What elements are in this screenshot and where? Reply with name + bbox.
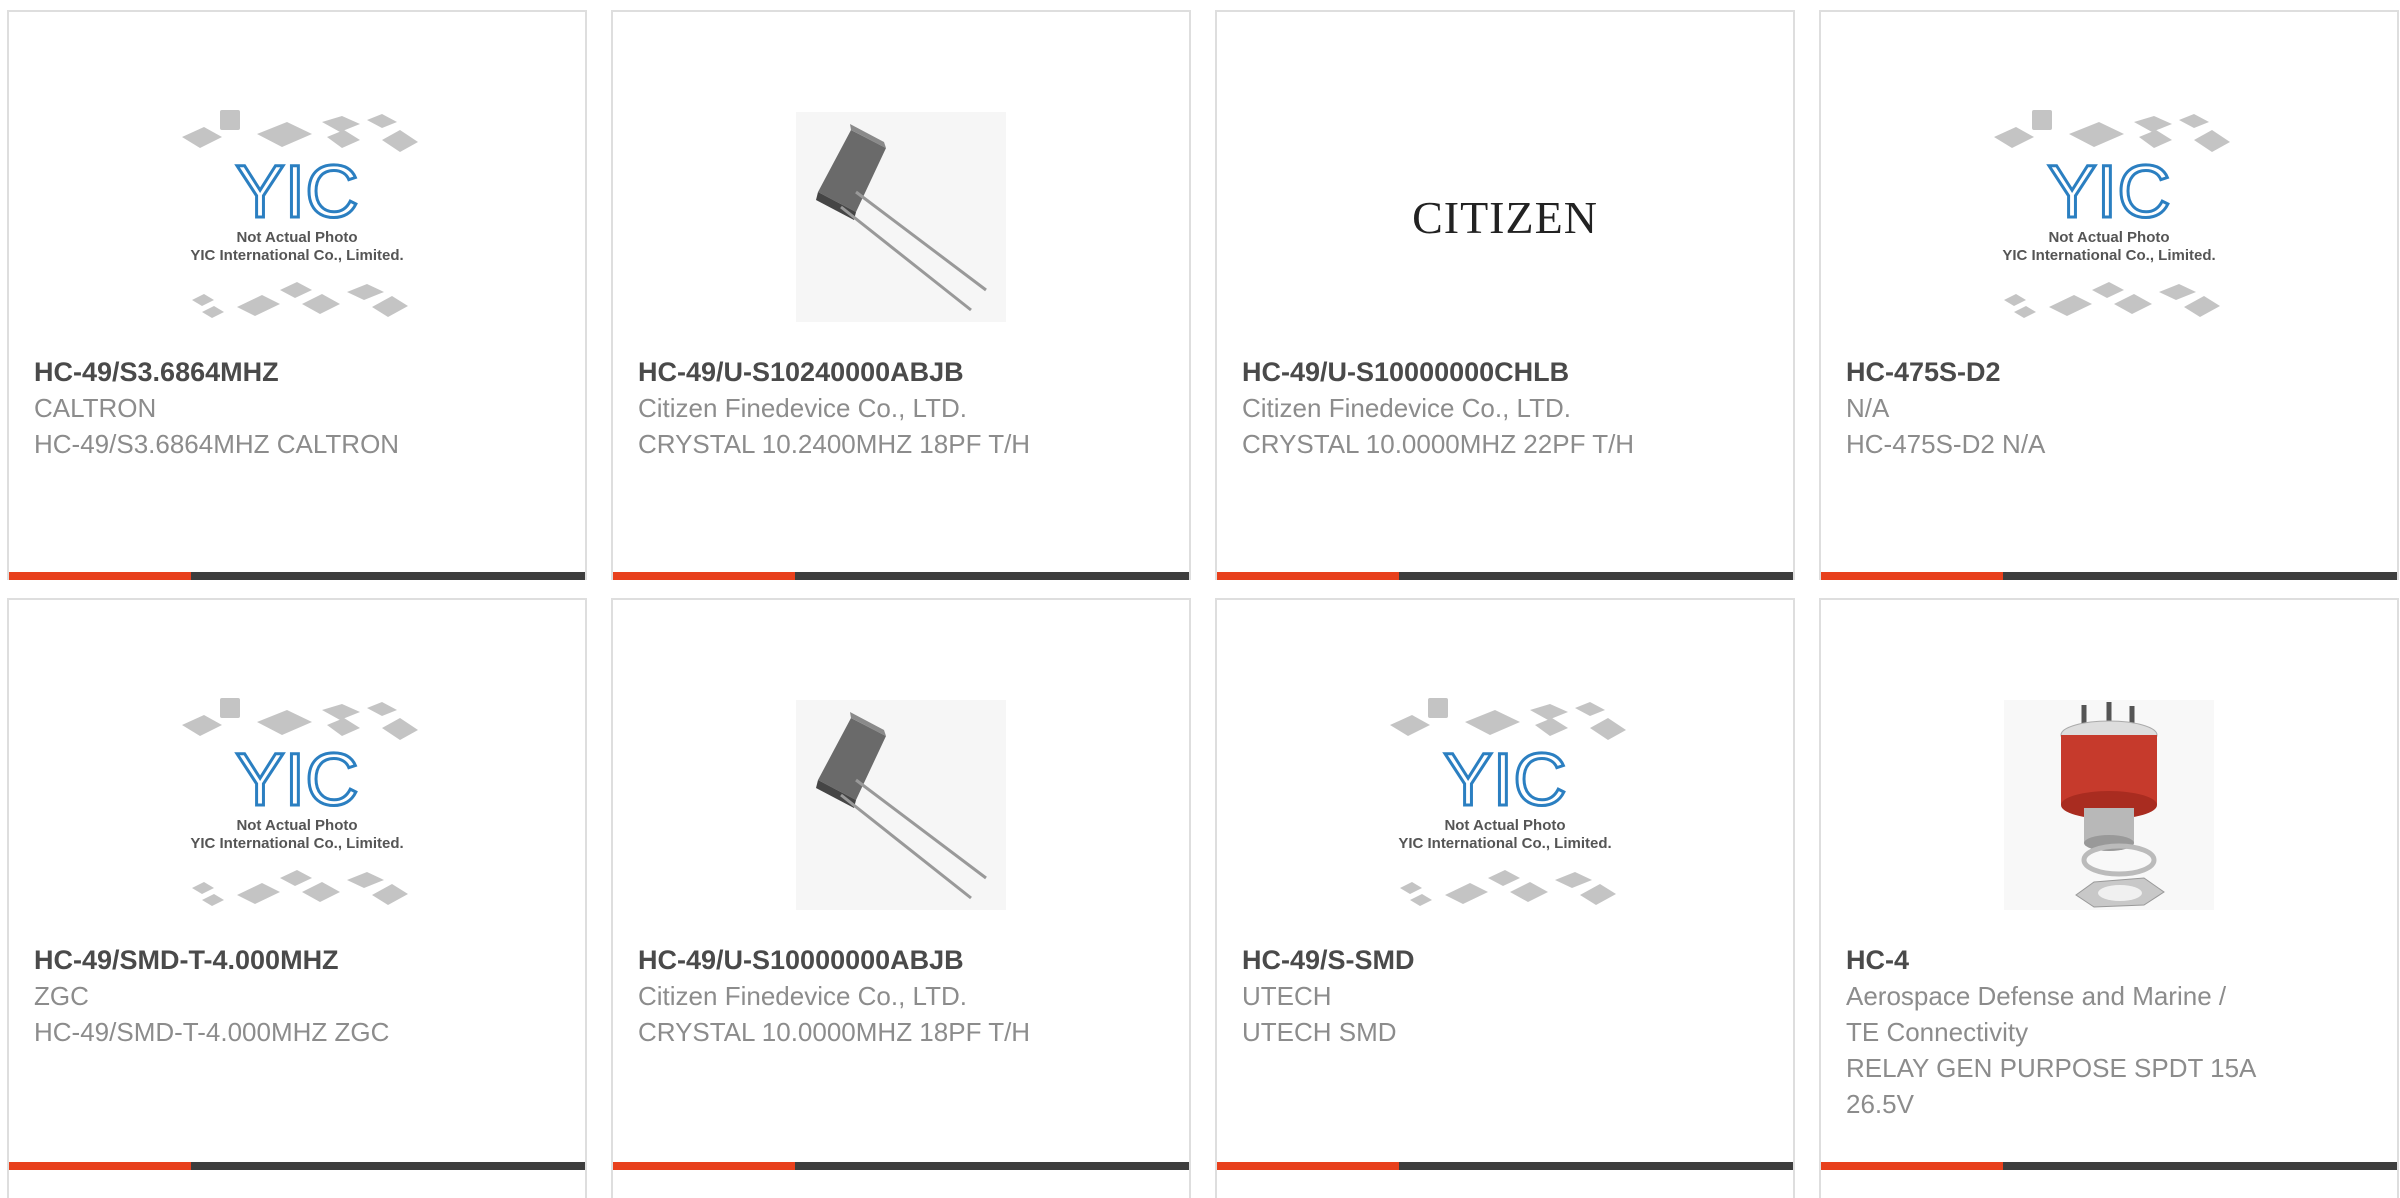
part-number-link[interactable]: HC-49/U-S10000000CHLB — [1242, 354, 1773, 390]
card-bottom-bar — [613, 1162, 1189, 1170]
product-image-placeholder[interactable]: YIC Not Actual Photo YIC International C… — [1360, 670, 1650, 940]
manufacturer: Citizen Finedevice Co., LTD. — [1242, 393, 1571, 423]
part-number-link[interactable]: HC-475S-D2 — [1846, 354, 2377, 390]
product-image-citizen[interactable]: CITIZEN — [1360, 82, 1650, 352]
card-bottom-bar — [1821, 1162, 2397, 1170]
card-bottom-bar — [613, 572, 1189, 580]
product-image-placeholder[interactable]: YIC Not Actual Photo YIC International C… — [1964, 82, 2254, 352]
accent-strip — [1821, 572, 2003, 580]
product-info: HC-49/U-S10000000ABJB Citizen Finedevice… — [638, 942, 1169, 1050]
card-bottom-bar — [1821, 572, 2397, 580]
description: HC-49/SMD-T-4.000MHZ ZGC — [34, 1017, 390, 1047]
product-info: HC-49/U-S10240000ABJB Citizen Finedevice… — [638, 354, 1169, 462]
card-bottom-bar — [1217, 572, 1793, 580]
description: CRYSTAL 10.0000MHZ 22PF T/H — [1242, 429, 1635, 459]
card-bottom-bar — [1217, 1162, 1793, 1170]
card-bottom-bar — [9, 1162, 585, 1170]
accent-strip — [1217, 572, 1399, 580]
part-number-link[interactable]: HC-49/U-S10240000ABJB — [638, 354, 1169, 390]
description: CRYSTAL 10.2400MHZ 18PF T/H — [638, 429, 1031, 459]
product-grid: YIC Not Actual Photo YIC International C… — [0, 0, 2400, 1198]
product-photo-relay[interactable] — [1964, 670, 2254, 940]
svg-text:YIC International Co., Limited: YIC International Co., Limited. — [190, 247, 403, 264]
accent-strip — [613, 572, 795, 580]
card-bottom-bar — [9, 572, 585, 580]
part-number-link[interactable]: HC-49/SMD-T-4.000MHZ — [34, 942, 565, 978]
manufacturer: Citizen Finedevice Co., LTD. — [638, 981, 967, 1011]
svg-text:Not Actual Photo: Not Actual Photo — [236, 817, 357, 834]
citizen-logo: CITIZEN — [1412, 191, 1598, 243]
product-info: HC-49/S3.6864MHZ CALTRON HC-49/S3.6864MH… — [34, 354, 565, 462]
manufacturer: Citizen Finedevice Co., LTD. — [638, 393, 967, 423]
accent-strip — [1217, 1162, 1399, 1170]
svg-text:YIC International Co., Limited: YIC International Co., Limited. — [1398, 835, 1611, 852]
product-image-placeholder[interactable]: YIC Not Actual Photo YIC International C… — [152, 82, 442, 352]
svg-text:Not Actual Photo: Not Actual Photo — [1444, 817, 1565, 834]
part-number-link[interactable]: HC-4 — [1846, 942, 2377, 978]
accent-strip — [9, 1162, 191, 1170]
product-info: HC-475S-D2 N/A HC-475S-D2 N/A — [1846, 354, 2377, 462]
yic-logo: YIC — [235, 150, 358, 233]
part-number-link[interactable]: HC-49/S-SMD — [1242, 942, 1773, 978]
product-info: HC-49/U-S10000000CHLB Citizen Finedevice… — [1242, 354, 1773, 462]
product-card[interactable]: HC-49/U-S10240000ABJB Citizen Finedevice… — [611, 10, 1191, 580]
svg-text:YIC International Co., Limited: YIC International Co., Limited. — [2002, 247, 2215, 264]
manufacturer: UTECH — [1242, 981, 1332, 1011]
product-photo-crystal[interactable] — [756, 82, 1046, 352]
product-card[interactable]: YIC Not Actual Photo YIC International C… — [7, 598, 587, 1198]
yic-logo: YIC — [2047, 150, 2170, 233]
manufacturer: ZGC — [34, 981, 89, 1011]
svg-text:Not Actual Photo: Not Actual Photo — [236, 229, 357, 246]
manufacturer: CALTRON — [34, 393, 157, 423]
product-card[interactable]: YIC Not Actual Photo YIC International C… — [7, 10, 587, 580]
part-number-link[interactable]: HC-49/S3.6864MHZ — [34, 354, 565, 390]
part-number-link[interactable]: HC-49/U-S10000000ABJB — [638, 942, 1169, 978]
product-card[interactable]: HC-49/U-S10000000ABJB Citizen Finedevice… — [611, 598, 1191, 1198]
product-card[interactable]: YIC Not Actual Photo YIC International C… — [1819, 10, 2399, 580]
description: RELAY GEN PURPOSE SPDT 15A 26.5V — [1846, 1053, 2255, 1119]
yic-logo: YIC — [235, 738, 358, 821]
description: HC-49/S3.6864MHZ CALTRON — [34, 429, 400, 459]
product-info: HC-4 Aerospace Defense and Marine / TE C… — [1846, 942, 2377, 1122]
product-card[interactable]: CITIZEN HC-49/U-S10000000CHLB Citizen Fi… — [1215, 10, 1795, 580]
product-image-placeholder[interactable]: YIC Not Actual Photo YIC International C… — [152, 670, 442, 940]
accent-strip — [9, 572, 191, 580]
description: HC-475S-D2 N/A — [1846, 429, 2046, 459]
accent-strip — [1821, 1162, 2003, 1170]
description: CRYSTAL 10.0000MHZ 18PF T/H — [638, 1017, 1031, 1047]
product-info: HC-49/S-SMD UTECH UTECH SMD — [1242, 942, 1773, 1050]
accent-strip — [613, 1162, 795, 1170]
description: UTECH SMD — [1242, 1017, 1397, 1047]
product-info: HC-49/SMD-T-4.000MHZ ZGC HC-49/SMD-T-4.0… — [34, 942, 565, 1050]
svg-text:Not Actual Photo: Not Actual Photo — [2048, 229, 2169, 246]
product-card[interactable]: YIC Not Actual Photo YIC International C… — [1215, 598, 1795, 1198]
svg-text:YIC International Co., Limited: YIC International Co., Limited. — [190, 835, 403, 852]
product-card[interactable]: HC-4 Aerospace Defense and Marine / TE C… — [1819, 598, 2399, 1198]
manufacturer: N/A — [1846, 393, 1890, 423]
product-photo-crystal[interactable] — [756, 670, 1046, 940]
manufacturer: Aerospace Defense and Marine / TE Connec… — [1846, 981, 2227, 1047]
yic-logo: YIC — [1443, 738, 1566, 821]
